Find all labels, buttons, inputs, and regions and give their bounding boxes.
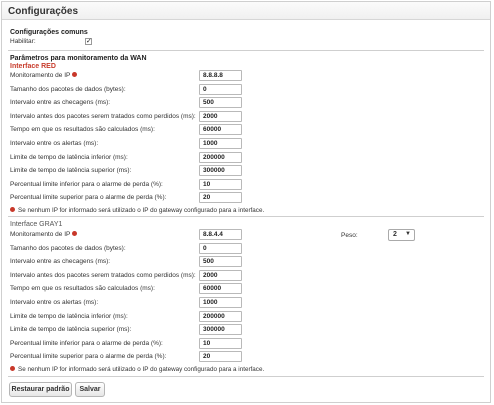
field-label: Tempo em que os resultados são calculado… <box>10 126 155 133</box>
field-label: Limite de tempo de latência superior (ms… <box>10 167 131 174</box>
red-note-text: Se nenhum IP for informado será utilizad… <box>18 207 265 214</box>
info-icon[interactable] <box>72 230 78 236</box>
checkmark-icon: ✓ <box>86 38 92 45</box>
interface-red-heading: Interface RED <box>10 63 56 70</box>
field-input[interactable]: 300000 <box>199 324 242 336</box>
divider <box>8 216 484 217</box>
field-input[interactable]: 8.8.8.8 <box>199 70 242 81</box>
field-label-text: Intervalo antes dos pacotes serem tratad… <box>10 271 196 279</box>
field-label-text: Monitoramento de IP <box>10 72 71 79</box>
field-input[interactable]: 60000 <box>199 283 242 295</box>
field-label: Tamanho dos pacotes de dados (bytes): <box>10 86 126 93</box>
settings-panel: Configurações Configurações comuns Habil… <box>1 1 491 403</box>
field-input[interactable]: 0 <box>199 83 242 95</box>
field-label-text: Limite de tempo de latência superior (ms… <box>10 167 132 175</box>
field-input[interactable]: 2000 <box>199 110 242 122</box>
field-input[interactable]: 20 <box>199 192 242 204</box>
field-label-text: Limite de tempo de latência superior (ms… <box>10 326 132 334</box>
panel-header: Configurações <box>2 2 490 20</box>
field-label-text: Intervalo entre os alertas (ms): <box>10 140 99 147</box>
field-label-text: Percentual limite inferior para o alarme… <box>10 180 163 188</box>
field-input[interactable]: 60000 <box>199 124 242 136</box>
field-label: Tempo em que os resultados são calculado… <box>10 285 155 292</box>
page-title: Configurações <box>8 6 79 17</box>
field-label: Intervalo antes dos pacotes serem tratad… <box>10 113 196 120</box>
field-label: Intervalo entre as checagens (ms): <box>10 99 110 106</box>
field-label: Percentual limite inferior para o alarme… <box>10 340 163 347</box>
field-label: Tamanho dos pacotes de dados (bytes): <box>10 245 126 252</box>
weight-label: Peso: <box>341 232 358 239</box>
field-label: Monitoramento de IP <box>10 71 78 79</box>
common-settings-heading: Configurações comuns <box>10 29 88 36</box>
field-label: Percentual limite superior para o alarme… <box>10 353 166 360</box>
field-label-text: Monitoramento de IP <box>10 231 71 238</box>
weight-value: 2 <box>393 231 397 238</box>
caret-down-icon: ▼ <box>405 231 411 237</box>
enable-label: Habilitar: <box>10 38 36 45</box>
field-label-text: Percentual limite superior para o alarme… <box>10 353 167 361</box>
info-icon[interactable] <box>72 71 78 77</box>
restore-defaults-button[interactable]: Restaurar padrão <box>9 382 72 397</box>
interface-gray1-heading: Interface GRAY1 <box>10 221 63 228</box>
divider <box>8 376 484 377</box>
field-label: Intervalo entre as checagens (ms): <box>10 258 110 265</box>
field-label: Percentual limite superior para o alarme… <box>10 194 166 201</box>
field-label-text: Percentual limite inferior para o alarme… <box>10 339 163 347</box>
field-label-text: Percentual limite superior para o alarme… <box>10 194 167 202</box>
field-label: Monitoramento de IP <box>10 230 78 238</box>
field-label-text: Tempo em que os resultados são calculado… <box>10 285 155 293</box>
field-label: Limite de tempo de latência inferior (ms… <box>10 154 128 161</box>
field-input[interactable]: 200000 <box>199 151 242 163</box>
field-label: Limite de tempo de latência superior (ms… <box>10 326 131 333</box>
field-label-text: Intervalo antes dos pacotes serem tratad… <box>10 112 196 120</box>
field-input[interactable]: 0 <box>199 242 242 254</box>
field-label-text: Tempo em que os resultados são calculado… <box>10 126 155 134</box>
field-input[interactable]: 300000 <box>199 165 242 177</box>
gray-note-text: Se nenhum IP for informado será utilizad… <box>18 366 265 373</box>
field-label: Percentual limite inferior para o alarme… <box>10 181 163 188</box>
field-label-text: Limite de tempo de latência inferior (ms… <box>10 153 128 161</box>
field-label-text: Tamanho dos pacotes de dados (bytes): <box>10 85 126 93</box>
field-input[interactable]: 1000 <box>199 138 242 149</box>
weight-select[interactable]: 2 ▼ <box>388 229 415 241</box>
gray-note: Se nenhum IP for informado será utilizad… <box>10 365 265 373</box>
field-label-text: Intervalo entre as checagens (ms): <box>10 258 111 266</box>
field-label-text: Intervalo entre as checagens (ms): <box>10 99 111 107</box>
field-label-text: Intervalo entre os alertas (ms): <box>10 299 99 306</box>
field-label: Intervalo entre os alertas (ms): <box>10 299 98 306</box>
field-input[interactable]: 10 <box>199 337 242 349</box>
field-input[interactable]: 500 <box>199 256 242 268</box>
field-input[interactable]: 500 <box>199 97 242 109</box>
save-button[interactable]: Salvar <box>75 382 105 397</box>
wan-heading: Parâmetros para monitoramento da WAN <box>10 55 147 62</box>
field-label-text: Limite de tempo de latência inferior (ms… <box>10 312 128 320</box>
info-icon <box>10 365 15 371</box>
enable-checkbox[interactable]: ✓ <box>85 38 92 45</box>
field-label-text: Tamanho dos pacotes de dados (bytes): <box>10 244 126 252</box>
field-input[interactable]: 20 <box>199 351 242 363</box>
field-input[interactable]: 10 <box>199 178 242 190</box>
field-label: Intervalo entre os alertas (ms): <box>10 140 98 147</box>
field-input[interactable]: 200000 <box>199 310 242 322</box>
red-note: Se nenhum IP for informado será utilizad… <box>10 206 265 214</box>
field-label: Limite de tempo de latência inferior (ms… <box>10 313 128 320</box>
field-input[interactable]: 8.8.4.4 <box>199 229 242 240</box>
field-input[interactable]: 2000 <box>199 269 242 281</box>
field-input[interactable]: 1000 <box>199 297 242 308</box>
info-icon <box>10 206 15 212</box>
divider <box>8 50 484 51</box>
field-label: Intervalo antes dos pacotes serem tratad… <box>10 272 196 279</box>
